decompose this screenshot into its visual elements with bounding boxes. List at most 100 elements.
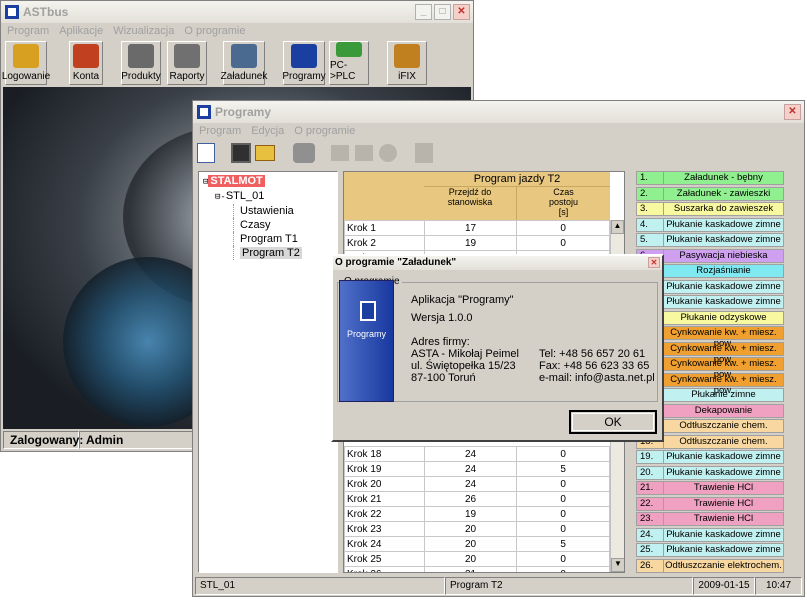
toolbar-button-logowanie[interactable]: Logowanie: [2, 41, 50, 85]
about-titlebar[interactable]: O programie "Załadunek" ✕: [333, 256, 662, 270]
programs-titlebar[interactable]: Programy ✕: [193, 101, 804, 123]
step-cell[interactable]: Krok 22: [344, 506, 425, 522]
dwell-cell[interactable]: 5: [516, 536, 610, 552]
maximize-icon[interactable]: □: [434, 4, 451, 20]
programs-icon: [291, 44, 317, 68]
toolbar-button-za-adunek[interactable]: Załadunek: [221, 41, 267, 85]
step-cell[interactable]: Krok 20: [344, 476, 425, 492]
station-cell[interactable]: 20: [423, 521, 518, 537]
menu-wizualizacja[interactable]: Wizualizacja: [113, 25, 174, 37]
table-row[interactable]: Krok 25 20 0: [344, 551, 610, 567]
menu-aplikacje[interactable]: Aplikacje: [59, 25, 103, 37]
station-cell[interactable]: 20: [423, 536, 518, 552]
dwell-cell[interactable]: 0: [516, 566, 610, 572]
programs-close-icon[interactable]: ✕: [784, 104, 801, 120]
save-icon[interactable]: [231, 143, 251, 163]
legend-number: 1.: [637, 172, 664, 184]
dwell-cell[interactable]: 0: [516, 521, 610, 537]
tree-item-ustawienia[interactable]: Ustawienia: [233, 204, 333, 218]
tree-item-czasy[interactable]: Czasy: [233, 218, 333, 232]
station-cell[interactable]: 24: [423, 476, 518, 492]
tree-item-program-t2[interactable]: Program T2: [233, 246, 333, 260]
step-cell[interactable]: Krok 2: [344, 235, 425, 251]
step-cell[interactable]: Krok 19: [344, 461, 425, 477]
table-row[interactable]: Krok 2 19 0: [344, 235, 610, 251]
station-cell[interactable]: 26: [423, 491, 518, 507]
legend-label: Trawienie HCl: [693, 513, 754, 524]
window-title: ASTbus: [23, 5, 69, 19]
table-row[interactable]: Krok 21 26 0: [344, 491, 610, 507]
legend-item: 3. Suszarka do zawieszek: [636, 202, 784, 216]
programs-menu-program[interactable]: Program: [199, 125, 241, 137]
dwell-cell[interactable]: 0: [516, 476, 610, 492]
table-row[interactable]: Krok 20 24 0: [344, 476, 610, 492]
step-cell[interactable]: Krok 23: [344, 521, 425, 537]
station-cell[interactable]: 20: [423, 551, 518, 567]
tree-root[interactable]: ⊟ STALMOT: [203, 174, 333, 189]
toolbar-button-label: Programy: [282, 71, 326, 82]
menu-program[interactable]: Program: [7, 25, 49, 37]
dwell-cell[interactable]: 0: [516, 235, 610, 251]
table-row[interactable]: Krok 1 17 0: [344, 220, 610, 236]
station-cell[interactable]: 19: [423, 506, 518, 522]
astbus-titlebar[interactable]: ASTbus _ □ ✕: [1, 1, 473, 23]
toolbar-button-produkty[interactable]: Produkty: [121, 41, 161, 85]
dwell-cell[interactable]: 0: [516, 446, 610, 462]
station-cell[interactable]: 24: [423, 446, 518, 462]
step-cell[interactable]: Krok 24: [344, 536, 425, 552]
tree-node-stl01[interactable]: ⊟-STL_01: [203, 189, 333, 204]
scroll-up-icon[interactable]: ▲: [611, 220, 624, 234]
dwell-cell[interactable]: 0: [516, 220, 610, 236]
status-time: 10:47: [755, 577, 802, 595]
legend-item: 21. Trawienie HCl: [636, 481, 784, 495]
step-cell[interactable]: Krok 18: [344, 446, 425, 462]
step-cell[interactable]: Krok 25: [344, 551, 425, 567]
legend-label: Płukanie kaskadowe zimne: [666, 451, 781, 462]
scroll-down-icon[interactable]: ▼: [611, 558, 624, 572]
table-row[interactable]: Krok 26210: [344, 566, 610, 572]
step-cell[interactable]: Krok 26: [344, 566, 425, 572]
legend-number: 24.: [637, 528, 664, 541]
toolbar-button-programy[interactable]: Programy: [282, 41, 326, 85]
table-row[interactable]: Krok 24 20 5: [344, 536, 610, 552]
programs-menu-edycja[interactable]: Edycja: [251, 125, 284, 137]
main-menubar: Program Aplikacje Wizualizacja O program…: [1, 23, 473, 39]
table-row[interactable]: Krok 23 20 0: [344, 521, 610, 537]
minimize-icon[interactable]: _: [415, 4, 432, 20]
dwell-cell[interactable]: 5: [516, 461, 610, 477]
legend-label: Płukanie kaskadowe zimne: [666, 528, 781, 540]
step-cell[interactable]: Krok 21: [344, 491, 425, 507]
ok-button[interactable]: OK: [569, 410, 657, 434]
programs-menu-o-programie[interactable]: O programie: [294, 125, 355, 137]
table-row[interactable]: Krok 19 24 5: [344, 461, 610, 477]
new-file-icon[interactable]: [197, 143, 215, 163]
step-cell[interactable]: Krok 1: [344, 220, 425, 236]
about-email: e-mail: info@asta.net.pl: [539, 372, 655, 384]
menu-o-programie[interactable]: O programie: [184, 25, 245, 37]
legend-item: 20. Płukanie kaskadowe zimne: [636, 465, 784, 480]
legend-label: Trawienie HCl: [693, 497, 754, 509]
about-close-icon[interactable]: ✕: [648, 257, 660, 268]
station-cell[interactable]: 19: [423, 235, 518, 251]
toolbar-button-label: Produkty: [121, 71, 161, 82]
legend-label: Pasywacja niebieska: [679, 249, 768, 261]
dwell-cell[interactable]: 0: [516, 506, 610, 522]
legend-label: Odtłuszczanie chem.: [679, 435, 768, 447]
programs-logo-icon: [360, 301, 376, 321]
tree-item-program-t1[interactable]: Program T1: [233, 232, 333, 246]
legend-number: 21.: [637, 482, 664, 494]
toolbar-button-konta[interactable]: Konta: [69, 41, 103, 85]
station-cell[interactable]: 24: [423, 461, 518, 477]
open-folder-icon[interactable]: [255, 145, 275, 161]
dwell-cell[interactable]: 0: [516, 551, 610, 567]
settings-icon[interactable]: [293, 143, 315, 163]
dwell-cell[interactable]: 0: [516, 491, 610, 507]
station-cell[interactable]: 17: [423, 220, 518, 236]
station-cell[interactable]: 21: [423, 566, 518, 572]
table-row[interactable]: Krok 22 19 0: [344, 506, 610, 522]
table-row[interactable]: Krok 18 24 0: [344, 446, 610, 462]
toolbar-button-pc-plc[interactable]: PC->PLC: [329, 41, 369, 85]
toolbar-button-raporty[interactable]: Raporty: [167, 41, 207, 85]
close-icon[interactable]: ✕: [453, 4, 470, 20]
toolbar-button-ifix[interactable]: iFIX: [387, 41, 427, 85]
